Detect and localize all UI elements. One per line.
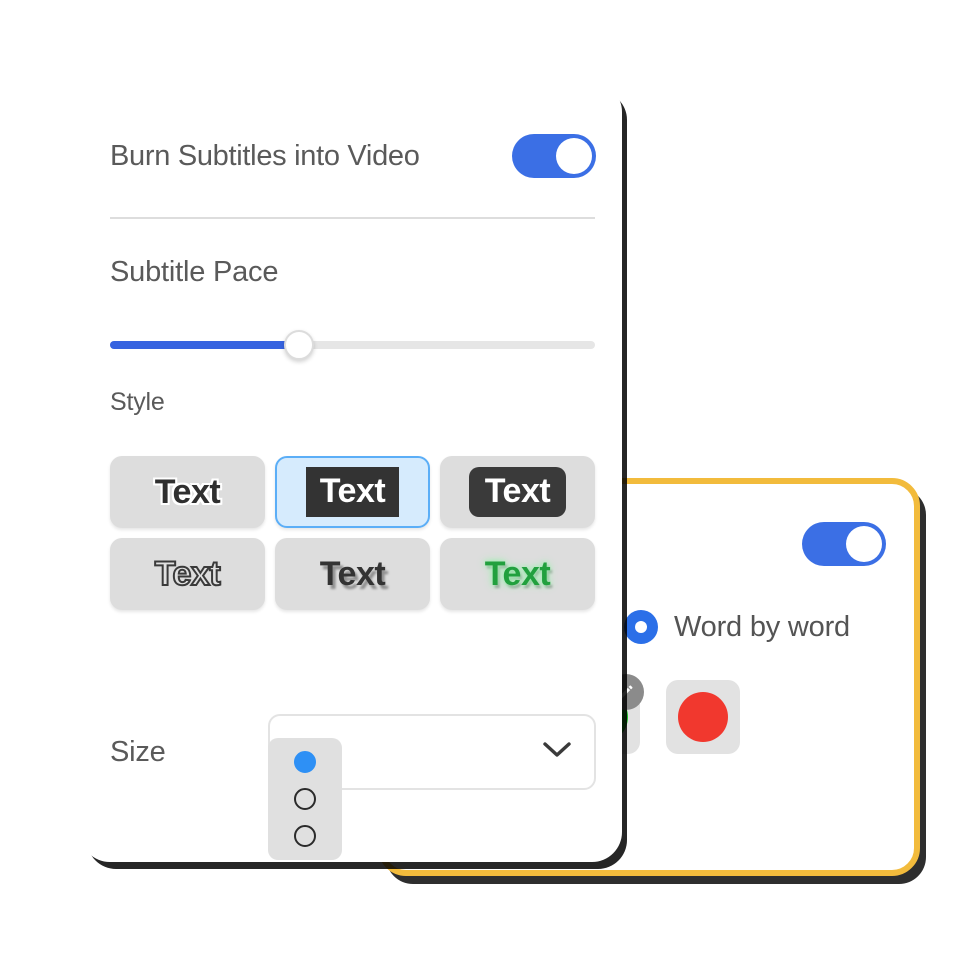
style-option-4[interactable]: Text bbox=[110, 538, 265, 610]
position-radio-middle[interactable] bbox=[294, 787, 316, 810]
word-by-word-label: Word by word bbox=[674, 610, 850, 643]
chevron-down-icon bbox=[542, 741, 572, 764]
burn-subtitles-toggle-knob bbox=[556, 138, 592, 174]
burn-subtitles-row: Burn Subtitles into Video bbox=[110, 134, 596, 178]
style-option-4-text: Text bbox=[154, 555, 222, 593]
position-radio-group bbox=[268, 738, 342, 860]
style-label: Style bbox=[110, 388, 165, 416]
style-option-3[interactable]: Text bbox=[440, 456, 595, 528]
position-radio-bottom[interactable] bbox=[294, 824, 316, 847]
size-label: Size bbox=[110, 736, 166, 768]
subtitle-pace-label: Subtitle Pace bbox=[110, 256, 279, 288]
style-option-2-text: Text bbox=[305, 467, 400, 517]
slider-thumb[interactable] bbox=[284, 330, 315, 360]
style-option-5[interactable]: Text bbox=[275, 538, 430, 610]
word-by-word-radio-icon[interactable] bbox=[624, 610, 658, 644]
screenshot-stage: nt Word by word bbox=[0, 0, 960, 960]
burn-subtitles-toggle[interactable] bbox=[512, 134, 596, 178]
style-option-3-text: Text bbox=[468, 467, 567, 517]
red-color-dot bbox=[678, 692, 728, 742]
subtitle-pace-slider[interactable] bbox=[110, 330, 595, 360]
style-option-2[interactable]: Text bbox=[275, 456, 430, 528]
burn-subtitles-label: Burn Subtitles into Video bbox=[110, 139, 420, 172]
style-option-6[interactable]: Text bbox=[440, 538, 595, 610]
word-by-word-radio-row[interactable]: Word by word bbox=[624, 610, 850, 644]
style-option-5-text: Text bbox=[319, 555, 386, 593]
red-swatch[interactable] bbox=[666, 680, 740, 754]
style-option-grid: Text Text Text Text Text Text bbox=[110, 456, 595, 610]
style-option-6-text: Text bbox=[484, 555, 551, 593]
subtitle-settings-card: Burn Subtitles into Video Subtitle Pace … bbox=[80, 82, 622, 862]
section-divider bbox=[110, 217, 595, 219]
highlight-toggle-knob bbox=[846, 526, 882, 562]
highlight-toggle[interactable] bbox=[802, 522, 886, 566]
position-label: Position bbox=[110, 858, 212, 862]
style-option-1[interactable]: Text bbox=[110, 456, 265, 528]
position-radio-top[interactable] bbox=[294, 751, 316, 774]
style-option-1-text: Text bbox=[154, 473, 221, 511]
slider-fill bbox=[110, 341, 300, 349]
